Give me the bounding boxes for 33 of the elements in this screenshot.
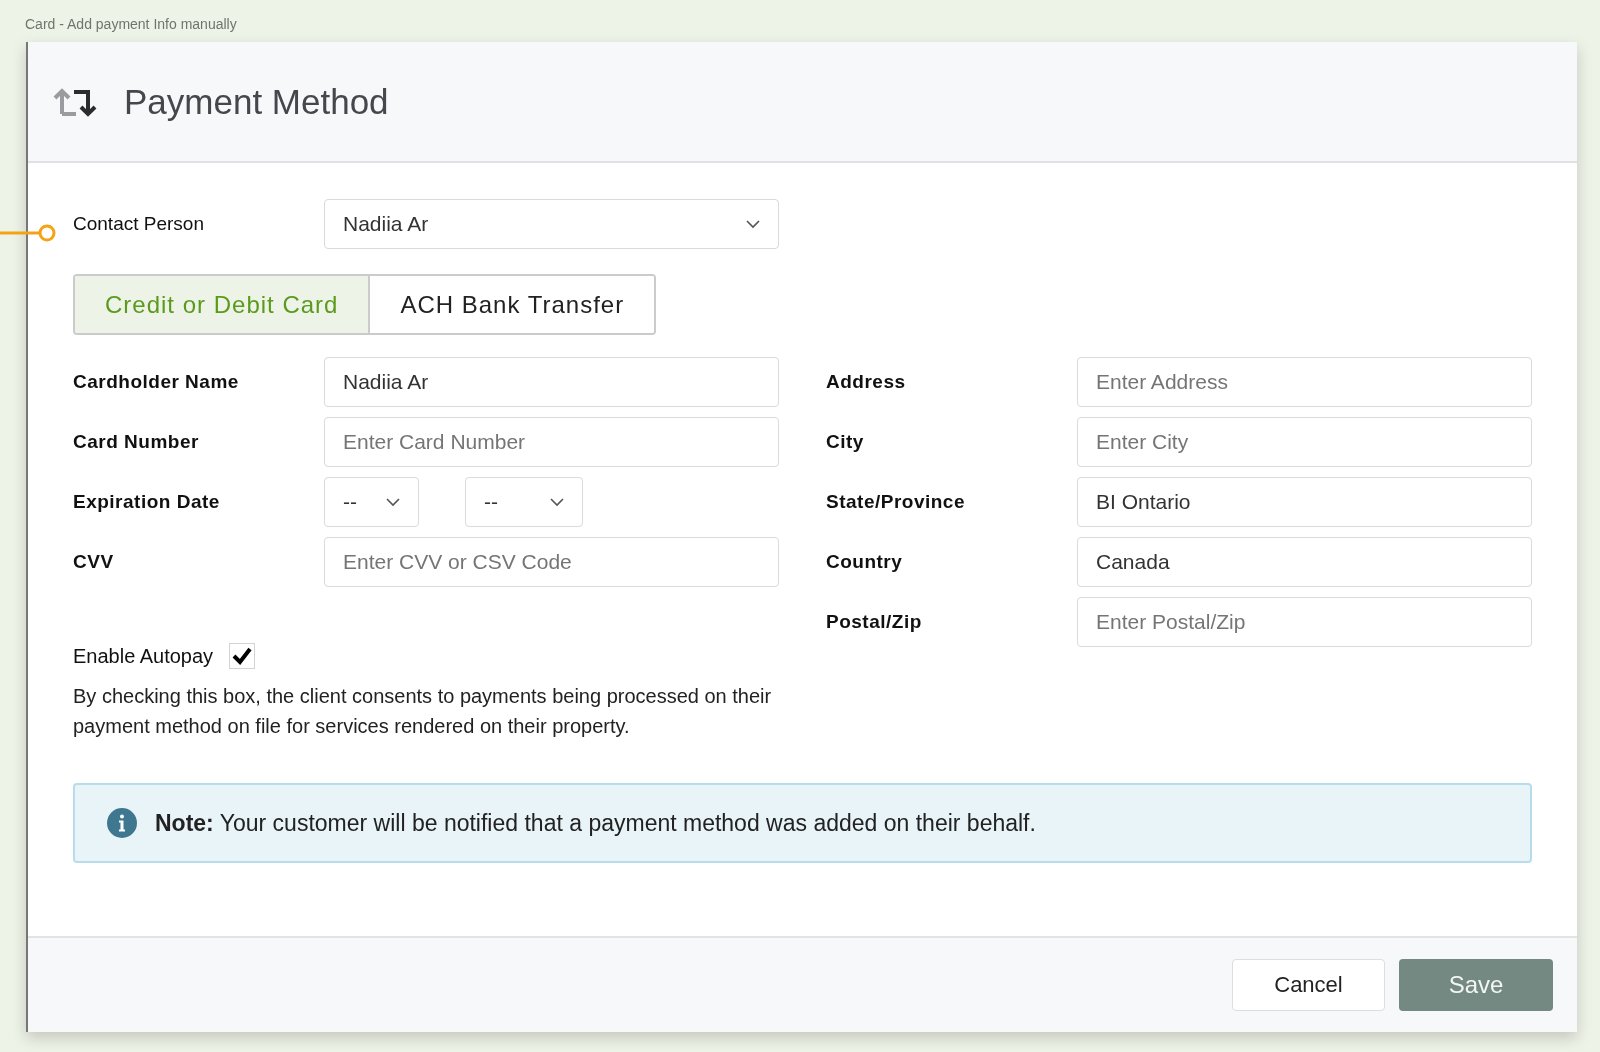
- field-label: Contact Person: [73, 213, 205, 235]
- field-label: Country: [826, 551, 904, 573]
- note-text: Note: Your customer will be notified that a payment method was added on their behalf.: [155, 809, 1036, 837]
- dialog-title: Payment Method: [124, 81, 389, 122]
- autopay-checkbox[interactable]: [229, 643, 256, 669]
- input-field[interactable]: Enter Postal/Zip: [1077, 597, 1532, 647]
- input-field[interactable]: Enter Address: [1077, 357, 1532, 407]
- field-label: Address: [826, 371, 907, 393]
- chevron-down-icon: [746, 219, 760, 229]
- caption-text: Card - Add payment Info manually: [24, 15, 238, 34]
- field-label: CVV: [73, 551, 115, 573]
- input-field[interactable]: Enter CVV or CSV Code: [324, 537, 779, 587]
- chevron-down-icon: [386, 497, 400, 507]
- tab[interactable]: ACH Bank Transfer: [368, 276, 655, 333]
- cancel-button[interactable]: Cancel: [1232, 959, 1385, 1011]
- input-field[interactable]: BI Ontario: [1077, 477, 1532, 527]
- autopay-description: By checking this box, the client consents to payments being processed on their payment method on file for services rendered on their property.: [73, 684, 773, 739]
- chevron-down-icon: [550, 497, 564, 507]
- input-field[interactable]: Enter City: [1077, 417, 1532, 467]
- contact-select[interactable]: Nadiia Ar: [324, 199, 779, 249]
- field-label: Cardholder Name: [73, 371, 240, 393]
- date-select[interactable]: --: [465, 477, 583, 527]
- field-label: Postal/Zip: [826, 611, 923, 633]
- date-select[interactable]: --: [324, 477, 419, 527]
- input-field[interactable]: Canada: [1077, 537, 1532, 587]
- field-label: City: [826, 431, 865, 453]
- checkbox-label: Enable Autopay: [73, 644, 214, 668]
- info-icon: [107, 808, 137, 838]
- input-field[interactable]: Nadiia Ar: [324, 357, 779, 407]
- input-field[interactable]: Enter Card Number: [324, 417, 779, 467]
- field-label: State/Province: [826, 491, 966, 513]
- field-label: Expiration Date: [73, 491, 221, 513]
- field-label: Card Number: [73, 431, 200, 453]
